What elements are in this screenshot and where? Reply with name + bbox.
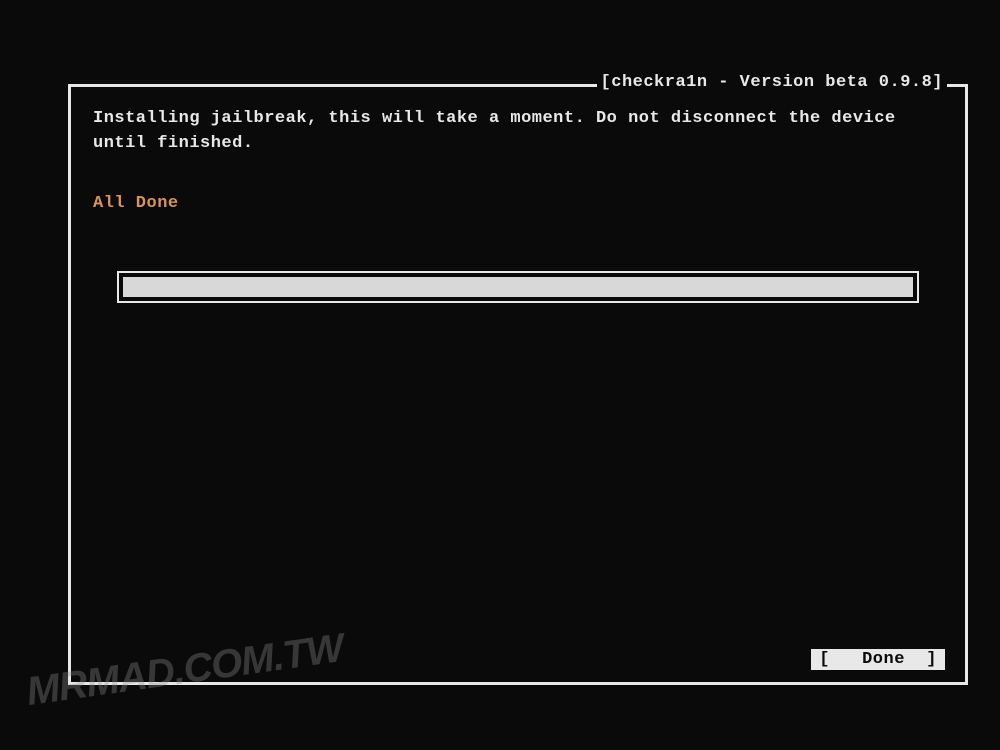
terminal-dialog-box: [checkra1n - Version beta 0.9.8] Install…: [68, 84, 968, 685]
install-message: Installing jailbreak, this will take a m…: [93, 107, 943, 156]
progress-bar-container: [117, 271, 919, 303]
progress-bar-fill: [123, 277, 913, 297]
done-button[interactable]: [ Done ]: [811, 649, 945, 670]
dialog-content: Installing jailbreak, this will take a m…: [71, 87, 965, 682]
status-text: All Done: [93, 194, 943, 213]
